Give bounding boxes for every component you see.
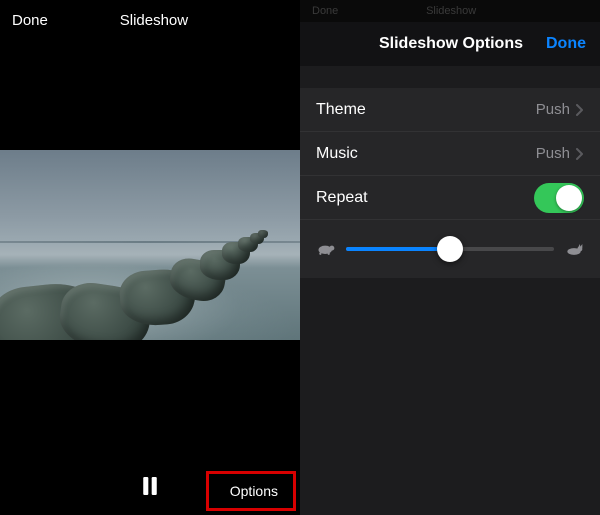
pause-button[interactable] bbox=[135, 473, 165, 503]
speed-slider[interactable] bbox=[346, 247, 554, 251]
music-value: Push bbox=[536, 145, 570, 162]
pause-icon bbox=[142, 477, 158, 500]
options-header: Slideshow Options Done bbox=[300, 22, 600, 66]
options-done-button[interactable]: Done bbox=[546, 35, 586, 53]
slider-thumb[interactable] bbox=[437, 236, 463, 262]
turtle-icon bbox=[316, 242, 336, 256]
options-button[interactable]: Options bbox=[216, 475, 292, 507]
chevron-right-icon bbox=[576, 148, 584, 160]
repeat-toggle[interactable] bbox=[534, 183, 584, 213]
music-label: Music bbox=[316, 145, 536, 163]
repeat-label: Repeat bbox=[316, 189, 534, 207]
chevron-right-icon bbox=[576, 104, 584, 116]
slideshow-title: Slideshow bbox=[34, 12, 274, 29]
slideshow-footer: Options bbox=[0, 461, 300, 515]
slideshow-photo bbox=[0, 150, 300, 340]
slideshow-view: Done Slideshow Options bbox=[0, 0, 300, 515]
music-row[interactable]: Music Push bbox=[300, 132, 600, 176]
background-dim-header: Done Slideshow bbox=[300, 0, 600, 22]
slider-fill bbox=[346, 247, 450, 251]
toggle-knob bbox=[556, 185, 582, 211]
options-list: Theme Push Music Push Repeat bbox=[300, 88, 600, 278]
options-title: Slideshow Options bbox=[356, 35, 546, 53]
slideshow-options-sheet: Done Slideshow Slideshow Options Done Th… bbox=[300, 0, 600, 515]
repeat-row: Repeat bbox=[300, 176, 600, 220]
speed-slider-row bbox=[300, 220, 600, 278]
theme-value: Push bbox=[536, 101, 570, 118]
theme-label: Theme bbox=[316, 101, 536, 119]
slideshow-header: Done Slideshow bbox=[0, 0, 300, 40]
rabbit-icon bbox=[564, 242, 584, 256]
theme-row[interactable]: Theme Push bbox=[300, 88, 600, 132]
